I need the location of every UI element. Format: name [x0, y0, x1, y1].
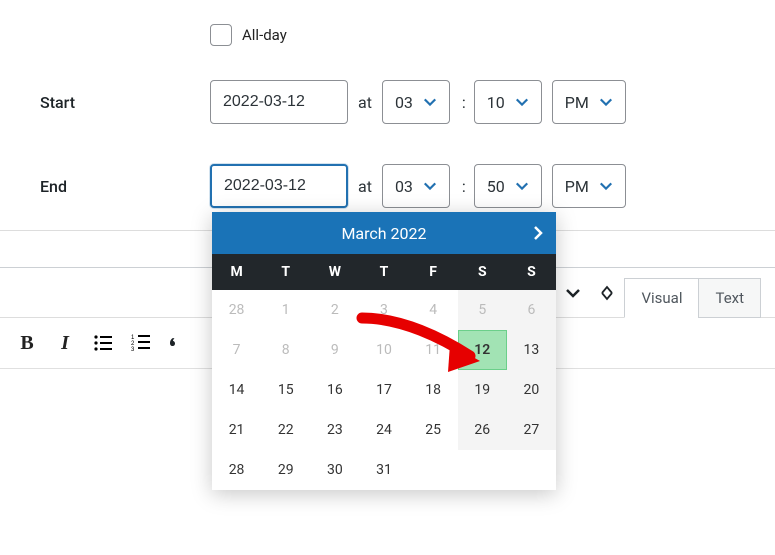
chevron-down-icon: [599, 179, 613, 193]
calendar-day[interactable]: 13: [507, 330, 556, 370]
calendar-day[interactable]: 25: [409, 410, 458, 450]
calendar-day-selected[interactable]: 12: [458, 330, 507, 370]
calendar-day[interactable]: 31: [359, 450, 408, 490]
svg-text:3: 3: [131, 347, 135, 353]
calendar-day[interactable]: 11: [409, 330, 458, 370]
start-ampm-select[interactable]: PM: [552, 80, 626, 124]
calendar-title: March 2022: [341, 224, 426, 243]
end-date-input[interactable]: [210, 164, 348, 208]
chevron-down-icon: [423, 179, 437, 193]
calendar-day[interactable]: 2: [310, 290, 359, 330]
calendar-day[interactable]: 27: [507, 410, 556, 450]
calendar-day-header: S: [507, 254, 556, 290]
end-at-label: at: [358, 177, 372, 196]
start-minute-select[interactable]: 10: [474, 80, 542, 124]
calendar-day[interactable]: 22: [261, 410, 310, 450]
calendar-day[interactable]: 21: [212, 410, 261, 450]
calendar-day-header: W: [310, 254, 359, 290]
calendar-day-header: T: [359, 254, 408, 290]
chevron-down-icon: [423, 95, 437, 109]
calendar-day[interactable]: 29: [261, 450, 310, 490]
chevron-down-icon: [599, 95, 613, 109]
start-at-label: at: [358, 93, 372, 112]
blockquote-button[interactable]: [162, 326, 196, 360]
move-handle-icon[interactable]: [599, 285, 615, 305]
calendar-day: [507, 450, 556, 490]
calendar-day[interactable]: 9: [310, 330, 359, 370]
calendar-day: [458, 450, 507, 490]
start-hour-select[interactable]: 03: [382, 80, 450, 124]
calendar-day[interactable]: 15: [261, 370, 310, 410]
date-picker-popup: March 2022 MTWTFSS 281234567891011121314…: [212, 212, 556, 490]
calendar-day[interactable]: 5: [458, 290, 507, 330]
calendar-day[interactable]: 17: [359, 370, 408, 410]
italic-button[interactable]: I: [48, 326, 82, 360]
calendar-day[interactable]: 26: [458, 410, 507, 450]
end-hour-select[interactable]: 03: [382, 164, 450, 208]
calendar-next-button[interactable]: [530, 225, 546, 241]
calendar-day[interactable]: 23: [310, 410, 359, 450]
calendar-day[interactable]: 7: [212, 330, 261, 370]
calendar-day[interactable]: 1: [261, 290, 310, 330]
calendar-day[interactable]: 16: [310, 370, 359, 410]
numbered-list-button[interactable]: 123: [124, 326, 158, 360]
calendar-day[interactable]: 24: [359, 410, 408, 450]
all-day-label: All-day: [242, 26, 287, 44]
calendar-day[interactable]: 14: [212, 370, 261, 410]
calendar-day[interactable]: 4: [409, 290, 458, 330]
calendar-day-header: M: [212, 254, 261, 290]
calendar-day[interactable]: 20: [507, 370, 556, 410]
bullet-list-button[interactable]: [86, 326, 120, 360]
calendar-day: [409, 450, 458, 490]
end-minute-select[interactable]: 50: [474, 164, 542, 208]
bold-button[interactable]: B: [10, 326, 44, 360]
calendar-day[interactable]: 19: [458, 370, 507, 410]
calendar-day[interactable]: 10: [359, 330, 408, 370]
tab-text[interactable]: Text: [698, 278, 761, 318]
calendar-day[interactable]: 8: [261, 330, 310, 370]
calendar-day[interactable]: 6: [507, 290, 556, 330]
end-label: End: [40, 177, 210, 196]
calendar-day[interactable]: 30: [310, 450, 359, 490]
start-date-input[interactable]: [210, 80, 348, 124]
end-ampm-select[interactable]: PM: [552, 164, 626, 208]
calendar-day[interactable]: 18: [409, 370, 458, 410]
calendar-day[interactable]: 3: [359, 290, 408, 330]
expand-down-icon[interactable]: [565, 285, 581, 305]
chevron-down-icon: [515, 95, 529, 109]
calendar-day-header: T: [261, 254, 310, 290]
start-label: Start: [40, 93, 210, 112]
calendar-day-header: S: [458, 254, 507, 290]
chevron-down-icon: [515, 179, 529, 193]
tab-visual[interactable]: Visual: [624, 278, 699, 318]
calendar-day[interactable]: 28: [212, 290, 261, 330]
calendar-day[interactable]: 28: [212, 450, 261, 490]
calendar-day-header: F: [409, 254, 458, 290]
all-day-checkbox[interactable]: [210, 24, 232, 46]
